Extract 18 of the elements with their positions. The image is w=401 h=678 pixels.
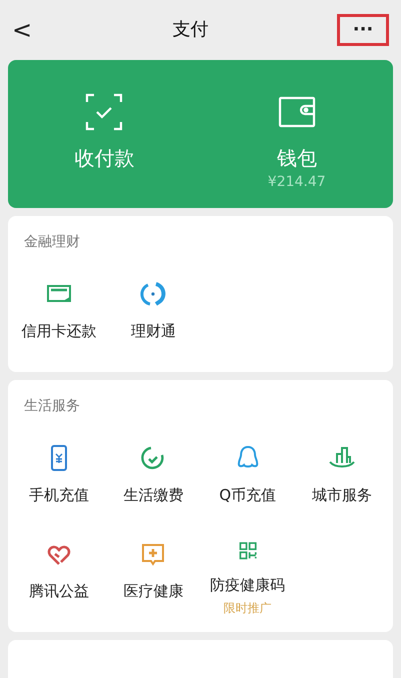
- section-title: 生活服务: [23, 397, 81, 416]
- service-label[interactable]: Q币充值: [219, 484, 276, 506]
- service-label[interactable]: 腾讯公益: [29, 580, 90, 602]
- service-label[interactable]: 手机充值: [29, 484, 90, 506]
- service-label[interactable]: 城市服务: [312, 484, 372, 506]
- fund-icon: [139, 280, 168, 308]
- scan-icon: [84, 92, 124, 132]
- service-label[interactable]: 信用卡还款: [22, 320, 97, 342]
- page-title: 支付: [172, 18, 208, 42]
- service-label[interactable]: 医疗健康: [123, 580, 184, 602]
- service-label[interactable]: 防疫健康码: [210, 574, 286, 596]
- promo-tag: 限时推广: [224, 600, 272, 616]
- service-label[interactable]: 理财通: [130, 320, 176, 342]
- wallet-balance: ¥214.47: [268, 173, 326, 192]
- section-title: 金融理财: [23, 233, 81, 252]
- back-button[interactable]: <: [12, 14, 44, 46]
- service-label[interactable]: 生活缴费: [123, 484, 184, 506]
- more-button[interactable]: ···: [337, 14, 389, 46]
